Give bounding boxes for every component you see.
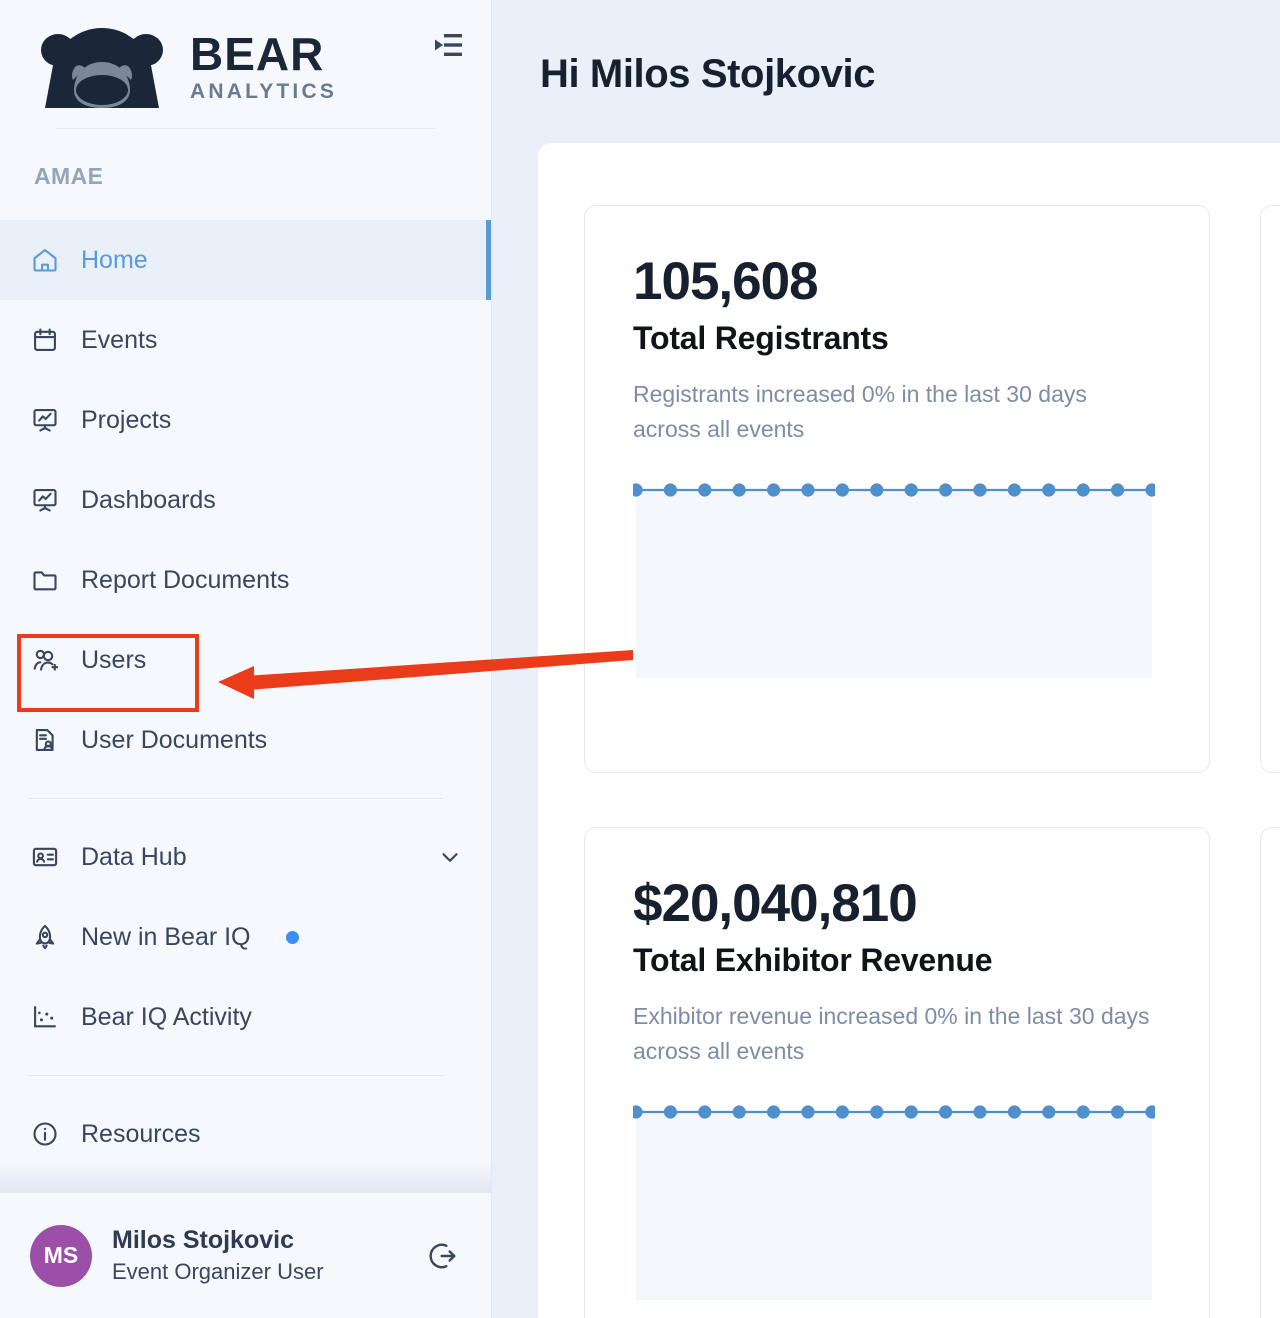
sidebar-item-report-documents[interactable]: Report Documents: [0, 540, 491, 620]
stat-cards-grid: 105,608 Total Registrants Registrants in…: [584, 205, 1280, 1318]
sidebar-item-bear-iq-activity[interactable]: Bear IQ Activity: [0, 977, 491, 1057]
avatar: MS: [30, 1225, 92, 1287]
sidebar-header: BEAR ANALYTICS: [0, 0, 491, 129]
profile-name: Milos Stojkovic: [112, 1226, 324, 1255]
stat-title: Total Exhibitor Revenue: [633, 942, 1163, 979]
sidebar-item-projects[interactable]: Projects: [0, 380, 491, 460]
sparkline-chart: [633, 482, 1163, 678]
profile-role: Event Organizer User: [112, 1259, 324, 1285]
main-content: Hi Milos Stojkovic 105,608 Total Registr…: [492, 0, 1280, 1318]
sidebar-item-label: New in Bear IQ: [81, 923, 251, 952]
sidebar-nav: Home Events: [0, 220, 491, 1174]
bear-logo-icon: [28, 24, 176, 108]
stat-subtitle: Exhibitor revenue increased 0% in the la…: [633, 999, 1153, 1070]
sidebar-item-new-in-bear-iq[interactable]: New in Bear IQ: [0, 897, 491, 977]
new-badge-dot: [286, 931, 299, 944]
sidebar-item-label: Report Documents: [81, 566, 289, 595]
stat-card[interactable]: [1260, 205, 1280, 773]
stat-card[interactable]: $20,040,810 Total Exhibitor Revenue Exhi…: [584, 827, 1210, 1318]
stat-value: $20,040,810: [633, 876, 1163, 932]
stat-title: Total Registrants: [633, 320, 1163, 357]
folder-icon: [30, 565, 60, 595]
sparkline-chart: [633, 1104, 1163, 1300]
sidebar-item-label: Users: [81, 646, 146, 675]
brand-subtitle: ANALYTICS: [190, 81, 337, 102]
dashboard-panel: 105,608 Total Registrants Registrants in…: [538, 143, 1280, 1318]
calendar-icon: [30, 325, 60, 355]
scatter-chart-icon: [30, 1002, 60, 1032]
brand[interactable]: BEAR ANALYTICS: [28, 18, 463, 114]
sidebar-item-dashboards[interactable]: Dashboards: [0, 460, 491, 540]
header-divider: [56, 128, 435, 129]
stat-value: 105,608: [633, 254, 1163, 310]
sidebar-item-label: Resources: [81, 1120, 201, 1149]
sidebar-item-resources[interactable]: Resources: [0, 1094, 491, 1174]
sidebar-item-events[interactable]: Events: [0, 300, 491, 380]
sidebar-item-home[interactable]: Home: [0, 220, 491, 300]
stat-card[interactable]: 105,608 Total Registrants Registrants in…: [584, 205, 1210, 773]
presentation-chart-icon: [30, 405, 60, 435]
page-title: Hi Milos Stojkovic: [492, 0, 1280, 97]
sidebar: BEAR ANALYTICS AMAE: [0, 0, 492, 1318]
presentation-chart-icon: [30, 485, 60, 515]
add-user-icon: [30, 645, 60, 675]
stat-card[interactable]: [1260, 827, 1280, 1318]
info-circle-icon: [30, 1119, 60, 1149]
revenue-sparkline: [633, 1104, 1155, 1300]
chevron-down-icon[interactable]: [437, 844, 463, 870]
app-root: BEAR ANALYTICS AMAE: [0, 0, 1280, 1318]
sidebar-item-label: Home: [81, 246, 148, 275]
id-card-icon: [30, 842, 60, 872]
sidebar-item-label: Data Hub: [81, 843, 187, 872]
collapse-sidebar-icon[interactable]: [431, 28, 465, 62]
registrants-sparkline: [633, 482, 1155, 678]
sidebar-item-label: Projects: [81, 406, 171, 435]
sidebar-item-label: Dashboards: [81, 486, 216, 515]
sidebar-item-data-hub[interactable]: Data Hub: [0, 817, 491, 897]
nav-divider: [28, 798, 443, 799]
user-profile[interactable]: MS Milos Stojkovic Event Organizer User: [0, 1192, 491, 1318]
organization-name: AMAE: [0, 129, 491, 220]
sidebar-item-user-documents[interactable]: User Documents: [0, 700, 491, 780]
rocket-icon: [30, 922, 60, 952]
sidebar-item-users[interactable]: Users: [0, 620, 491, 700]
nav-divider: [28, 1075, 443, 1076]
sidebar-item-label: Events: [81, 326, 157, 355]
document-user-icon: [30, 725, 60, 755]
home-icon: [30, 245, 60, 275]
sidebar-item-label: Bear IQ Activity: [81, 1003, 252, 1032]
sidebar-item-label: User Documents: [81, 726, 267, 755]
brand-name: BEAR: [190, 31, 337, 77]
logout-icon[interactable]: [423, 1236, 463, 1276]
stat-subtitle: Registrants increased 0% in the last 30 …: [633, 377, 1153, 448]
